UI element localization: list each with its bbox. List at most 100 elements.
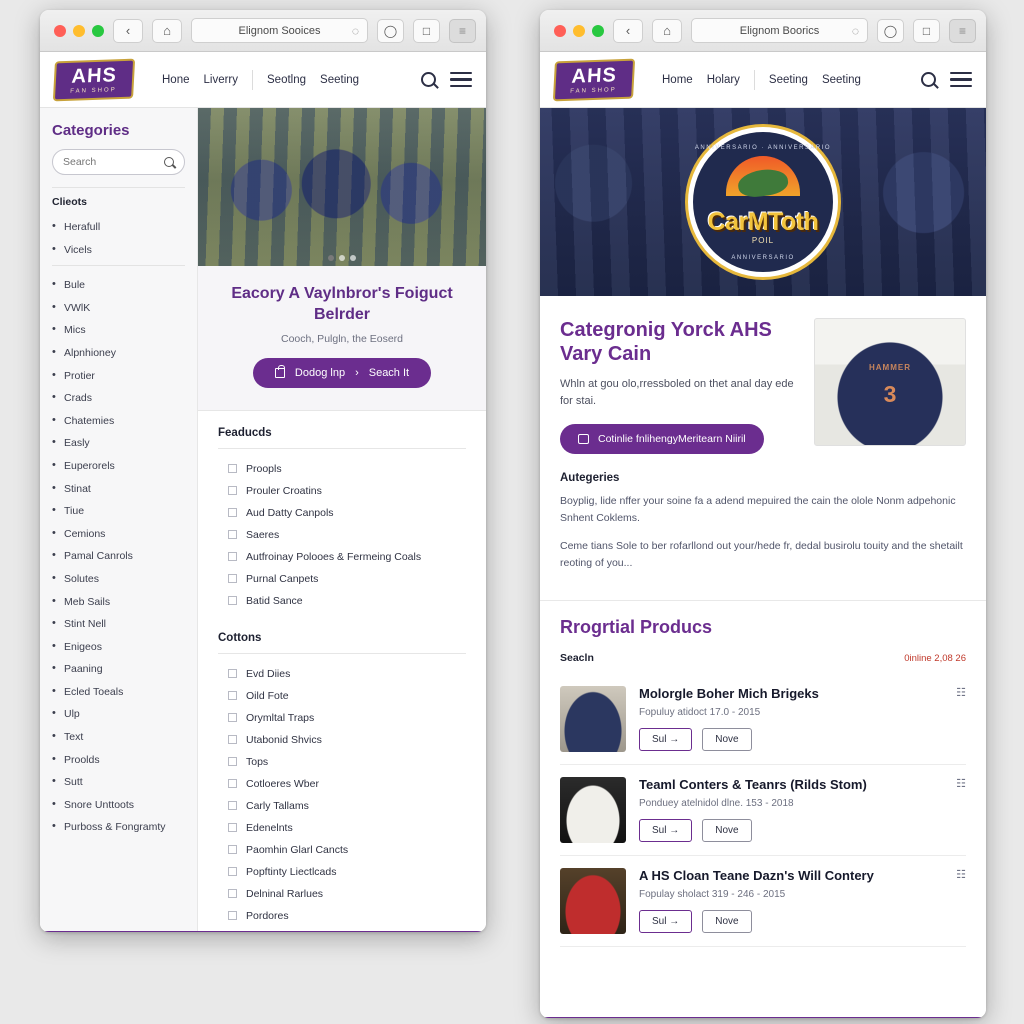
- product-primary-button[interactable]: Sul →: [639, 910, 693, 934]
- search-input[interactable]: [63, 156, 164, 168]
- search-icon[interactable]: [164, 157, 174, 167]
- facet-option[interactable]: Evd Diies: [218, 663, 466, 685]
- product-primary-button[interactable]: Sul →: [639, 728, 693, 752]
- checkbox[interactable]: [228, 508, 237, 518]
- facet-option[interactable]: Cotloeres Wber: [218, 773, 466, 795]
- share-icon[interactable]: ◯: [377, 18, 404, 43]
- checkbox[interactable]: [228, 530, 237, 540]
- sidebar-item[interactable]: Paaning: [52, 658, 185, 681]
- maximize-window-button[interactable]: [592, 24, 604, 37]
- products-sort-label[interactable]: Seacln: [560, 652, 594, 664]
- sidebar-item[interactable]: Solutes: [52, 568, 185, 591]
- intro-cta-button[interactable]: Cotinlie fnlihengyMeritearn Niiril: [560, 423, 764, 454]
- sidebar-item[interactable]: Chatemies: [52, 410, 185, 433]
- sidebar-item[interactable]: Stinat: [52, 478, 185, 501]
- tabs-icon[interactable]: □: [913, 18, 940, 43]
- promo-cta-button[interactable]: Dodog lnp › Seach It: [252, 357, 432, 388]
- sidebar-item[interactable]: Enigeos: [52, 636, 185, 659]
- compare-icon[interactable]: ☷: [944, 868, 966, 881]
- sidebar-item[interactable]: VWlK: [52, 297, 185, 320]
- carousel-dot[interactable]: [328, 255, 334, 261]
- sidebar-item[interactable]: Euperorels: [52, 455, 185, 478]
- facet-option[interactable]: Orymltal Traps: [218, 707, 466, 729]
- facet-option[interactable]: Paomhin Glarl Cancts: [218, 839, 466, 861]
- facet-option[interactable]: Batid Sance: [218, 590, 466, 612]
- nav-item-3[interactable]: Seeting: [822, 74, 861, 86]
- checkbox[interactable]: [228, 486, 237, 496]
- back-button[interactable]: ‹: [113, 18, 143, 43]
- sidebar-item[interactable]: Text: [52, 726, 185, 749]
- sidebar-item[interactable]: Alpnhioney: [52, 342, 185, 365]
- ahs-logo[interactable]: AHS FAN SHOP: [52, 58, 136, 101]
- left-footer-bar[interactable]: Mlnide Arliiguer Hillp: [40, 931, 486, 932]
- checkbox[interactable]: [228, 823, 237, 833]
- checkbox[interactable]: [228, 867, 237, 877]
- compare-icon[interactable]: ☷: [944, 777, 966, 790]
- sidebar-item[interactable]: Protier: [52, 365, 185, 388]
- tabs-icon[interactable]: □: [413, 18, 440, 43]
- facet-option[interactable]: Edenelnts: [218, 817, 466, 839]
- sidebar-item[interactable]: Ecled Toeals: [52, 681, 185, 704]
- sidebar-item[interactable]: Ulp: [52, 703, 185, 726]
- product-secondary-button[interactable]: Nove: [702, 728, 752, 752]
- sidebar-item[interactable]: Cemions: [52, 523, 185, 546]
- sidebar-item[interactable]: Meb Sails: [52, 591, 185, 614]
- facet-option[interactable]: Carly Tallams: [218, 795, 466, 817]
- sidebar-item[interactable]: Mics: [52, 319, 185, 342]
- facet-option[interactable]: Delninal Rarlues: [218, 883, 466, 905]
- search-icon[interactable]: [421, 72, 436, 87]
- facet-option[interactable]: Purnal Canpets: [218, 568, 466, 590]
- sidebar-item[interactable]: Crads: [52, 387, 185, 410]
- sidebar-item[interactable]: Bule: [52, 274, 185, 297]
- checkbox[interactable]: [228, 779, 237, 789]
- sidebar-search[interactable]: [52, 149, 185, 175]
- ahs-logo[interactable]: AHS FAN SHOP: [552, 58, 636, 101]
- nav-item-1[interactable]: Holary: [707, 74, 740, 86]
- nav-item-2[interactable]: Seotlng: [267, 74, 306, 86]
- checkbox[interactable]: [228, 669, 237, 679]
- facet-option[interactable]: Utabonid Shvics: [218, 729, 466, 751]
- facet-option[interactable]: Aud Datty Canpols: [218, 502, 466, 524]
- facet-option[interactable]: Proopls: [218, 458, 466, 480]
- nav-item-3[interactable]: Seeting: [320, 74, 359, 86]
- checkbox[interactable]: [228, 757, 237, 767]
- nav-item-0[interactable]: Home: [662, 74, 693, 86]
- sidebar-item[interactable]: Purboss & Fongramty: [52, 816, 185, 839]
- home-button[interactable]: ⌂: [652, 18, 682, 43]
- address-bar[interactable]: Elignom Boorics ◌: [691, 18, 868, 43]
- close-window-button[interactable]: [554, 24, 566, 37]
- close-window-button[interactable]: [54, 24, 66, 37]
- minimize-window-button[interactable]: [73, 24, 85, 37]
- product-row[interactable]: Teaml Conters & Teanrs (Rilds Stom) Pondu…: [560, 765, 966, 857]
- search-icon[interactable]: [921, 72, 936, 87]
- checkbox[interactable]: [228, 552, 237, 562]
- sidebar-item[interactable]: Stint Nell: [52, 613, 185, 636]
- facet-option[interactable]: Prouler Croatins: [218, 480, 466, 502]
- product-primary-button[interactable]: Sul →: [639, 819, 693, 843]
- checkbox[interactable]: [228, 845, 237, 855]
- sidebar-item[interactable]: Easly: [52, 432, 185, 455]
- carousel-dot[interactable]: [350, 255, 356, 261]
- product-row[interactable]: Molorgle Boher Mich Brigeks Fopuluy atido…: [560, 674, 966, 766]
- checkbox[interactable]: [228, 801, 237, 811]
- address-bar[interactable]: Elignom Sooices ◌: [191, 18, 368, 43]
- sidebar-item[interactable]: Sutt: [52, 771, 185, 794]
- nav-item-1[interactable]: Liverry: [204, 74, 239, 86]
- maximize-window-button[interactable]: [92, 24, 104, 37]
- share-icon[interactable]: ◯: [877, 18, 904, 43]
- sidebar-item[interactable]: Snore Unttoots: [52, 794, 185, 817]
- checkbox[interactable]: [228, 691, 237, 701]
- sidebar-item[interactable]: Proolds: [52, 749, 185, 772]
- more-icon[interactable]: ≡: [449, 18, 476, 43]
- checkbox[interactable]: [228, 889, 237, 899]
- hamburger-icon[interactable]: [450, 71, 472, 88]
- checkbox[interactable]: [228, 464, 237, 474]
- more-icon[interactable]: ≡: [949, 18, 976, 43]
- sidebar-item[interactable]: Pamal Canrols: [52, 545, 185, 568]
- checkbox[interactable]: [228, 713, 237, 723]
- checkbox[interactable]: [228, 911, 237, 921]
- facet-option[interactable]: Oild Fote: [218, 685, 466, 707]
- checkbox[interactable]: [228, 735, 237, 745]
- minimize-window-button[interactable]: [573, 24, 585, 37]
- checkbox[interactable]: [228, 574, 237, 584]
